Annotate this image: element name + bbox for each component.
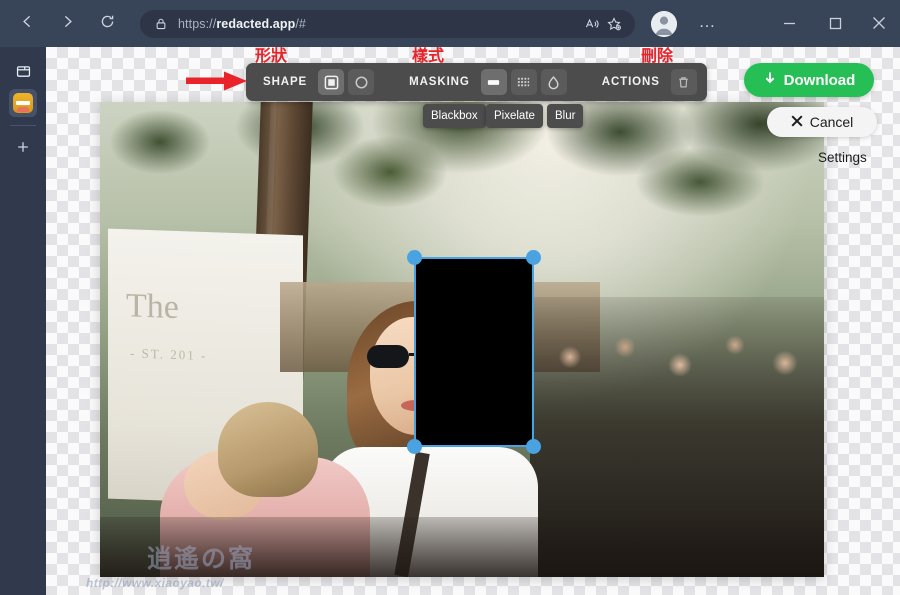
window-maximize-button[interactable]	[818, 9, 852, 37]
photo-person-second-hair	[218, 402, 318, 497]
cancel-button[interactable]: Cancel	[767, 107, 877, 137]
app-root: https://redacted.app/# … The - ST. 201 -…	[0, 0, 900, 595]
back-arrow-icon	[19, 13, 36, 35]
watermark-title: 逍遙の窩	[146, 544, 255, 573]
masking-group-label: MASKING	[409, 76, 470, 88]
resize-handle-top-right[interactable]	[526, 250, 541, 265]
tooltip-blur: Blur	[547, 104, 584, 128]
annotation-shape-label: 形狀	[255, 46, 288, 65]
vertical-tab-sidebar	[0, 47, 46, 595]
close-x-icon	[791, 114, 803, 130]
add-favorite-icon[interactable]	[603, 13, 625, 35]
watermark-url: http://www.xiaoyao.tw/	[86, 576, 224, 590]
shape-group-label: SHAPE	[263, 76, 308, 88]
add-tab-button[interactable]	[9, 133, 37, 161]
reload-icon	[99, 13, 116, 35]
page-viewport: The - ST. 201 - SHAPE MASKING ACTIONS Bl…	[46, 47, 900, 595]
download-button[interactable]: Download	[744, 63, 874, 97]
shape-circle-button[interactable]	[348, 69, 375, 95]
tooltip-blackbox: Blackbox	[423, 104, 486, 128]
masking-blackbox-button[interactable]	[480, 69, 507, 95]
tooltip-pixelate: Pixelate	[486, 104, 543, 128]
back-button[interactable]	[12, 9, 42, 39]
annotation-style-label: 樣式	[412, 46, 445, 65]
photo-banner-text-2: - ST. 201 -	[130, 345, 208, 364]
forward-button[interactable]	[52, 9, 82, 39]
read-aloud-icon[interactable]	[581, 13, 603, 35]
masking-pixelate-button[interactable]	[510, 69, 537, 95]
sidebar-tab-redacted-app[interactable]	[9, 89, 37, 117]
editor-canvas-image[interactable]: The - ST. 201 -	[100, 102, 824, 577]
download-arrow-icon	[763, 71, 777, 89]
browser-chrome: https://redacted.app/# …	[0, 0, 900, 47]
forward-arrow-icon	[59, 13, 76, 35]
actions-group-label: ACTIONS	[601, 76, 660, 88]
download-button-label: Download	[783, 71, 856, 89]
profile-avatar[interactable]	[651, 11, 677, 37]
photo-banner-text-1: The	[126, 287, 179, 327]
browser-more-button[interactable]: …	[694, 12, 720, 36]
sidebar-divider	[10, 125, 36, 126]
masking-blur-button[interactable]	[540, 69, 567, 95]
cancel-button-label: Cancel	[809, 114, 854, 130]
window-close-button[interactable]	[862, 9, 896, 37]
resize-handle-top-left[interactable]	[407, 250, 422, 265]
address-bar[interactable]: https://redacted.app/#	[140, 10, 635, 38]
redaction-selection-box[interactable]	[407, 250, 541, 454]
resize-handle-bottom-right[interactable]	[526, 439, 541, 454]
redacted-app-favicon	[13, 93, 33, 113]
settings-link[interactable]: Settings	[818, 150, 867, 165]
shape-square-button[interactable]	[318, 69, 345, 95]
editor-toolbar: SHAPE MASKING ACTIONS	[246, 63, 707, 101]
watermark: 逍遙の窩 http://www.xiaoyao.tw/	[86, 539, 316, 591]
reload-button[interactable]	[92, 9, 122, 39]
resize-handle-bottom-left[interactable]	[407, 439, 422, 454]
window-minimize-button[interactable]	[772, 9, 806, 37]
annotation-red-arrow-icon	[186, 70, 248, 92]
url-text: https://redacted.app/#	[178, 17, 306, 31]
tab-collection-icon[interactable]	[9, 57, 37, 85]
annotation-delete-label: 刪除	[641, 46, 674, 65]
delete-button[interactable]	[670, 69, 697, 95]
lock-icon	[154, 17, 168, 31]
